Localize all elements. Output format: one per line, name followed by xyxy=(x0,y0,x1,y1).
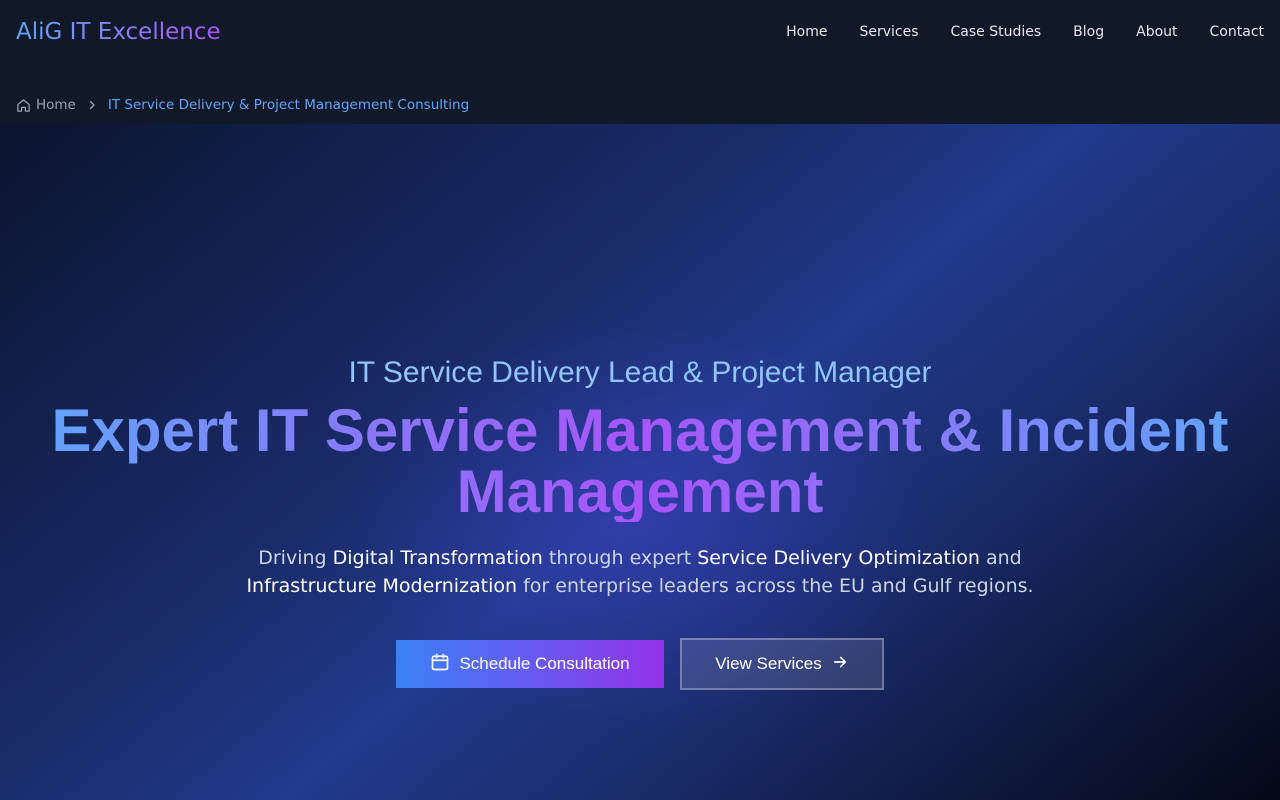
nav-item-home[interactable]: Home xyxy=(786,22,827,42)
hero-eyebrow: IT Service Delivery Lead & Project Manag… xyxy=(348,356,932,389)
subtext-highlight-digital-transformation: Digital Transformation xyxy=(332,547,543,569)
cta-row: Schedule Consultation View Services xyxy=(0,638,1280,690)
subtext-highlight-infrastructure: Infrastructure Modernization xyxy=(246,575,518,597)
subtext-highlight-service-delivery: Service Delivery Optimization xyxy=(697,547,980,569)
subtext-part: and xyxy=(979,547,1022,569)
site-header: AliG IT Excellence Home Services Case St… xyxy=(0,0,1280,124)
hero-headline: Expert IT Service Management & Incident … xyxy=(20,400,1260,522)
nav-item-blog[interactable]: Blog xyxy=(1073,22,1104,42)
chevron-right-icon xyxy=(86,99,98,111)
brand-logo[interactable]: AliG IT Excellence xyxy=(16,17,221,47)
subtext-part: Driving xyxy=(258,547,333,569)
calendar-icon xyxy=(430,652,450,677)
nav-item-services[interactable]: Services xyxy=(859,22,918,42)
breadcrumb-home-label: Home xyxy=(36,97,76,113)
view-services-label: View Services xyxy=(715,654,822,673)
hero-subtext: Driving Digital Transformation through e… xyxy=(200,544,1080,600)
breadcrumb-home[interactable]: Home xyxy=(16,96,76,114)
main-nav: Home Services Case Studies Blog About Co… xyxy=(786,22,1264,42)
schedule-consultation-label: Schedule Consultation xyxy=(459,654,630,673)
breadcrumb: Home IT Service Delivery & Project Manag… xyxy=(16,96,469,114)
arrow-right-icon xyxy=(831,653,849,676)
home-icon xyxy=(16,98,31,113)
view-services-button[interactable]: View Services xyxy=(680,638,884,690)
schedule-consultation-button[interactable]: Schedule Consultation xyxy=(396,640,664,688)
nav-item-about[interactable]: About xyxy=(1136,22,1177,42)
subtext-part: for enterprise leaders across the EU and… xyxy=(517,575,1034,597)
nav-item-case-studies[interactable]: Case Studies xyxy=(951,22,1042,42)
nav-item-contact[interactable]: Contact xyxy=(1210,22,1264,42)
breadcrumb-current: IT Service Delivery & Project Management… xyxy=(107,97,470,113)
subtext-part: through expert xyxy=(542,547,698,569)
hero-section: IT Service Delivery Lead & Project Manag… xyxy=(0,124,1280,800)
